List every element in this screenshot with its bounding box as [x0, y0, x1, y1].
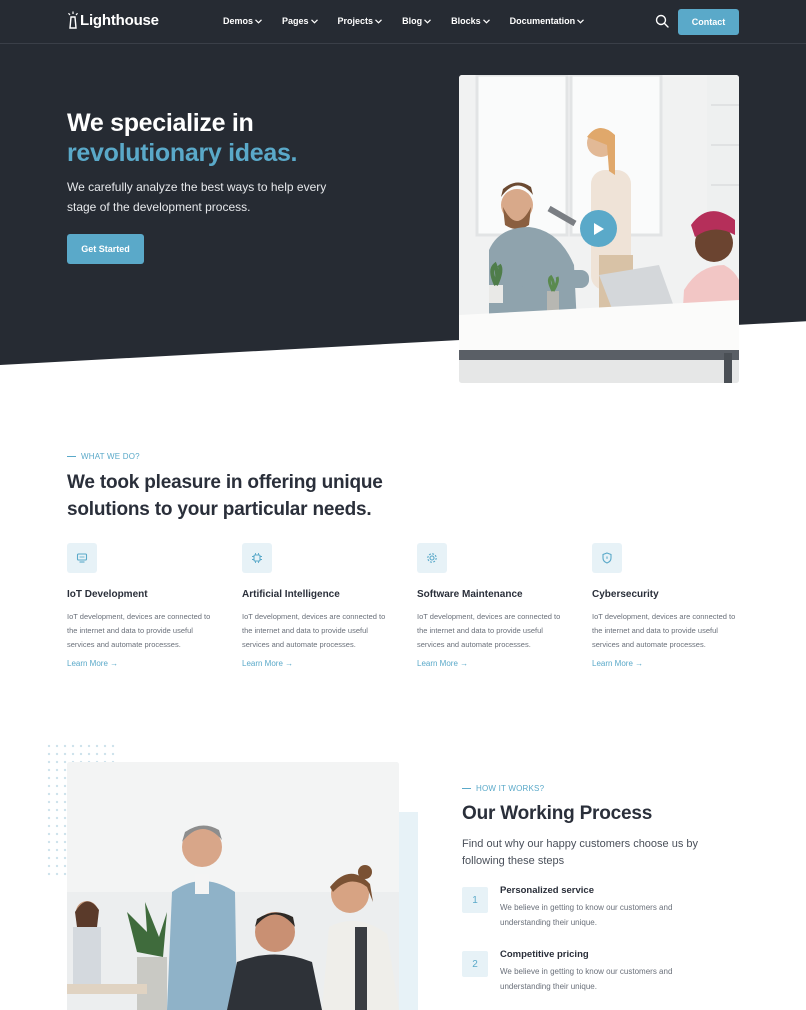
step-body: Competitive pricing We believe in gettin…	[500, 949, 690, 994]
step-body: Personalized service We believe in getti…	[500, 885, 690, 930]
service-title: IoT Development	[67, 589, 148, 600]
hero-title-line2: revolutionary ideas.	[67, 139, 298, 167]
chevron-down-icon	[424, 18, 432, 24]
process-step: 1 Personalized service We believe in get…	[462, 885, 732, 930]
team-image	[67, 762, 399, 1010]
nav-label: Pages	[282, 16, 309, 26]
learn-more-link[interactable]: Learn More →	[242, 659, 293, 668]
service-card-ai: Artificial Intelligence IoT development,…	[242, 543, 402, 671]
nav-item-pages[interactable]: Pages	[282, 16, 318, 26]
monitor-icon	[76, 553, 88, 563]
service-title: Cybersecurity	[592, 589, 659, 600]
lighthouse-logo-icon	[68, 11, 78, 29]
chevron-down-icon	[375, 18, 383, 24]
get-started-button[interactable]: Get Started	[67, 234, 144, 264]
brand-name: Lighthouse	[80, 12, 159, 29]
hero-title: We specialize in revolutionary ideas.	[67, 108, 298, 168]
nav-item-demos[interactable]: Demos	[223, 16, 262, 26]
play-button[interactable]	[580, 210, 617, 247]
play-icon	[594, 222, 604, 235]
step-description: We believe in getting to know our custom…	[500, 903, 673, 927]
service-icon-wrap	[417, 543, 447, 573]
service-description: IoT development, devices are connected t…	[417, 612, 561, 649]
service-description: IoT development, devices are connected t…	[242, 612, 386, 649]
chevron-down-icon	[310, 18, 318, 24]
learn-more-link[interactable]: Learn More →	[417, 659, 468, 668]
hero-title-line1: We specialize in	[67, 109, 254, 137]
learn-more-link[interactable]: Learn More →	[67, 659, 118, 668]
services-eyebrow: WHAT WE DO?	[67, 452, 140, 461]
service-card-iot: IoT Development IoT development, devices…	[67, 543, 227, 671]
service-icon-wrap	[67, 543, 97, 573]
process-step: 2 Competitive pricing We believe in gett…	[462, 949, 732, 994]
chevron-down-icon	[255, 18, 262, 24]
nav-item-blog[interactable]: Blog	[402, 16, 432, 26]
nav-item-projects[interactable]: Projects	[338, 16, 383, 26]
service-description: IoT development, devices are connected t…	[592, 612, 736, 649]
step-number: 2	[462, 951, 488, 977]
service-description: IoT development, devices are connected t…	[67, 612, 211, 649]
navbar: Lighthouse Demos Pages Projects Blog Blo…	[0, 0, 806, 44]
step-description: We believe in getting to know our custom…	[500, 967, 673, 991]
contact-button[interactable]: Contact	[678, 9, 739, 35]
services-title: We took pleasure in offering unique solu…	[67, 472, 383, 520]
process-intro: Find out why our happy customers choose …	[462, 838, 699, 867]
service-card-software-maintenance: Software Maintenance IoT development, de…	[417, 543, 577, 671]
chip-icon	[252, 553, 262, 563]
main-nav: Demos Pages Projects Blog Blocks Documen…	[223, 16, 604, 26]
nav-item-blocks[interactable]: Blocks	[451, 16, 490, 26]
shield-icon	[602, 552, 612, 564]
gear-icon	[427, 553, 437, 563]
service-icon-wrap	[242, 543, 272, 573]
service-card-cybersecurity: Cybersecurity IoT development, devices a…	[592, 543, 752, 671]
chevron-down-icon	[577, 18, 585, 24]
service-title: Software Maintenance	[417, 589, 523, 600]
nav-label: Documentation	[509, 16, 576, 26]
accent-block	[398, 812, 418, 1010]
nav-label: Blog	[402, 16, 423, 26]
service-icon-wrap	[592, 543, 622, 573]
hero-text: We carefully analyze the best ways to he…	[67, 180, 327, 214]
chevron-down-icon	[482, 18, 490, 24]
process-title: Our Working Process	[462, 803, 653, 824]
step-title: Competitive pricing	[500, 949, 589, 960]
nav-label: Demos	[223, 16, 254, 26]
nav-item-documentation[interactable]: Documentation	[510, 16, 585, 26]
logo[interactable]: Lighthouse	[67, 11, 159, 29]
team-scene-illustration	[67, 762, 399, 1010]
process-eyebrow: HOW IT WORKS?	[462, 784, 544, 793]
step-title: Personalized service	[500, 885, 594, 896]
service-title: Artificial Intelligence	[242, 589, 340, 600]
learn-more-link[interactable]: Learn More →	[592, 659, 643, 668]
nav-label: Projects	[337, 16, 374, 26]
nav-label: Blocks	[451, 16, 481, 26]
search-icon[interactable]	[655, 14, 669, 28]
step-number: 1	[462, 887, 488, 913]
